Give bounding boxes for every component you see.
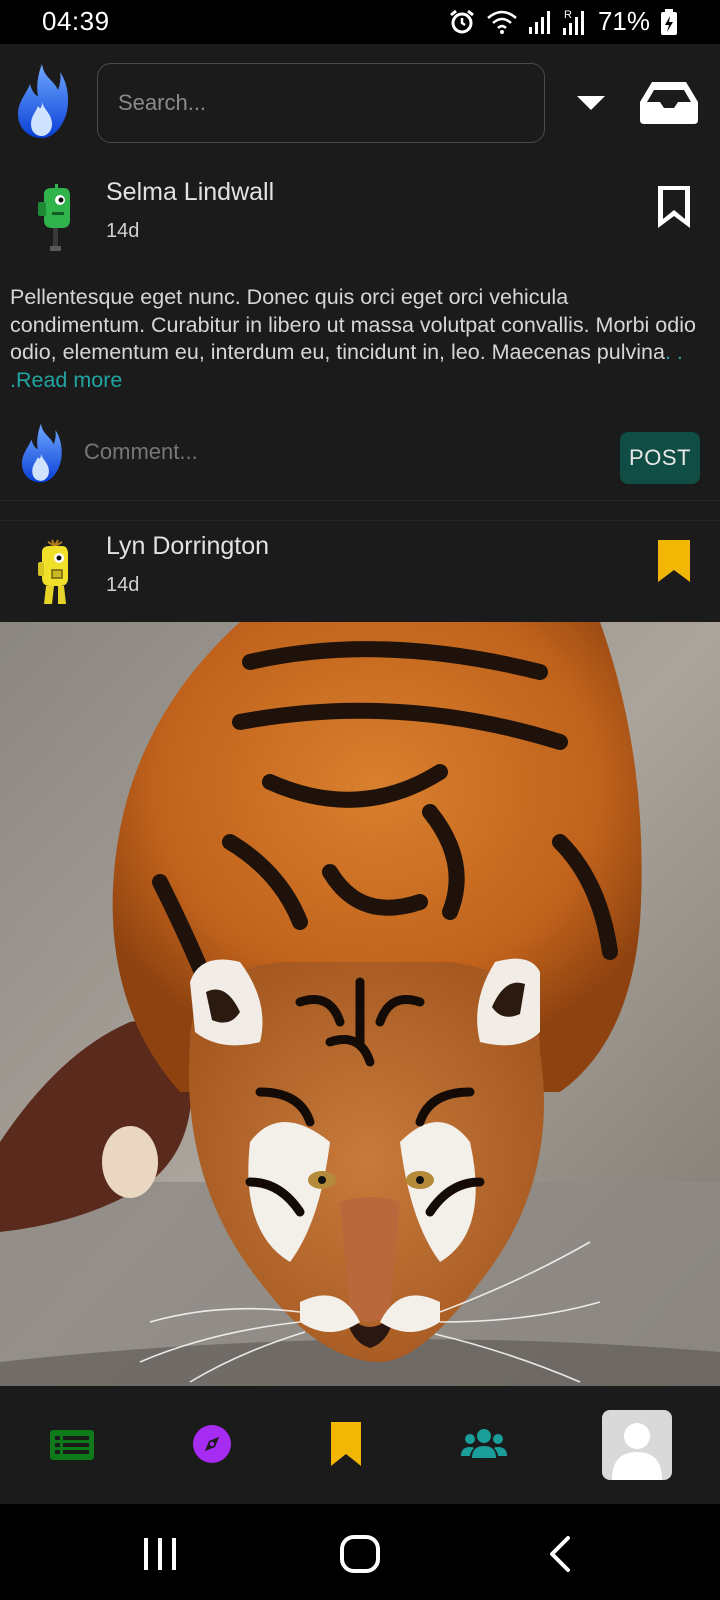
compass-icon[interactable] [188,1420,236,1468]
flame-logo-icon[interactable] [14,62,70,140]
search-box[interactable] [97,63,545,143]
post-header: Lyn Dorrington 14d [0,522,720,622]
caret-down-icon[interactable] [574,90,608,114]
green-robot-avatar[interactable] [30,184,80,254]
post-text: Pellentesque eget nunc. Donec quis orci … [10,285,696,364]
bookmark-icon[interactable] [322,1420,370,1468]
post-author[interactable]: Lyn Dorrington [106,532,269,561]
svg-text:R: R [564,9,572,21]
comment-input[interactable] [84,424,604,480]
status-time: 04:39 [42,6,110,36]
app-bar [0,44,720,162]
bookmark-active-icon[interactable] [656,538,692,584]
search-input[interactable] [98,64,544,142]
post-comment-button[interactable]: POST [620,432,700,484]
back-icon[interactable] [540,1532,584,1576]
bookmark-icon[interactable] [656,184,692,230]
profile-avatar-icon[interactable] [602,1410,672,1480]
yellow-robot-avatar[interactable] [30,538,80,608]
signal-roaming-icon: R [562,9,584,35]
alarm-icon [450,9,474,33]
recent-apps-icon[interactable] [138,1532,182,1576]
post-header: Selma Lindwall 14d [0,168,720,268]
flame-logo-icon [21,423,62,483]
comment-row: POST [0,410,720,498]
tiger-photo[interactable] [0,622,720,1386]
post-body: Pellentesque eget nunc. Donec quis orci … [10,284,700,394]
person-silhouette-icon [612,1423,662,1480]
read-more-link[interactable]: Read more [16,368,122,392]
battery-charging-icon [661,8,677,35]
system-nav-bar [0,1504,720,1600]
divider [0,520,720,521]
wifi-icon [487,10,517,34]
bottom-nav [0,1386,720,1504]
home-icon[interactable] [338,1532,382,1576]
divider [0,500,720,501]
signal-icon [528,10,550,34]
post-author[interactable]: Selma Lindwall [106,178,274,207]
status-bar: 04:39 R 71% [0,0,720,44]
battery-percent: 71% [597,6,650,36]
people-icon[interactable] [460,1420,508,1468]
inbox-icon[interactable] [636,78,702,126]
post-age: 14d [106,574,140,596]
list-icon[interactable] [48,1420,96,1468]
status-icons: R 71% [448,6,678,37]
post-age: 14d [106,220,140,242]
